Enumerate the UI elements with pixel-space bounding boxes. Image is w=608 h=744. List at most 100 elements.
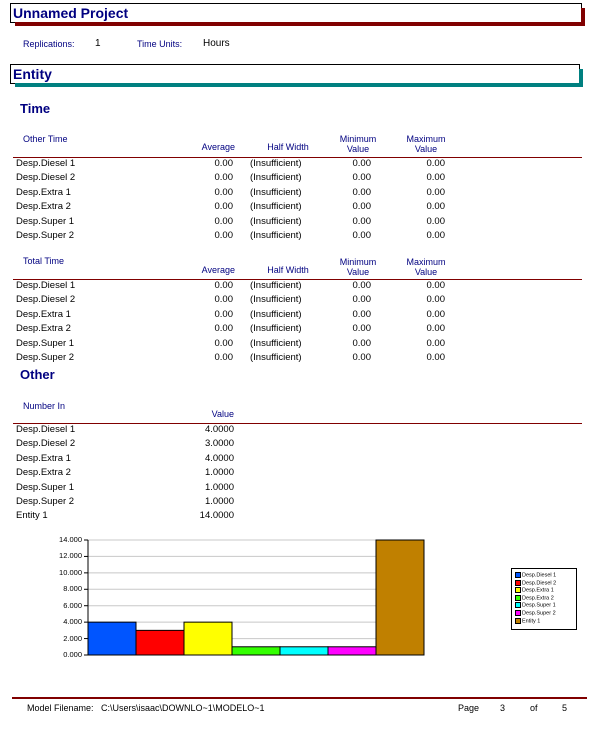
- other-section-title: Other: [20, 367, 55, 382]
- row-value: 1.0000: [204, 481, 234, 493]
- project-title: Unnamed Project: [13, 5, 129, 21]
- row-average: 0.00: [214, 352, 234, 363]
- col-average: Average: [201, 265, 235, 275]
- y-tick-label: 4.000: [63, 617, 82, 627]
- model-filename-path: C:\Users\isaac\DOWNLO~1\MODELO~1: [101, 703, 265, 713]
- col-maximum-line2: Value: [414, 267, 438, 277]
- col-minimum-line2: Value: [346, 267, 370, 277]
- row-average: 0.00: [214, 294, 234, 306]
- row-average: 0.00: [214, 186, 234, 198]
- legend-item: Desp.Extra 2: [515, 594, 554, 601]
- row-name: Desp.Super 1: [16, 215, 75, 227]
- row-name: Desp.Diesel 1: [16, 280, 76, 291]
- row-value: 1.0000: [204, 496, 234, 507]
- col-maximum: Maximum Value: [402, 134, 450, 154]
- row-maximum: 0.00: [426, 215, 446, 227]
- table-row: Desp.Super 2 1.0000: [16, 496, 476, 510]
- row-average: 0.00: [214, 172, 234, 184]
- table-row: Desp.Super 2 0.00 (Insufficient) 0.00 0.00: [16, 352, 476, 366]
- table-row: Desp.Super 2 0.00 (Insufficient) 0.00 0.00: [16, 230, 476, 244]
- legend-item: Desp.Extra 1: [515, 587, 554, 594]
- y-tick-label: 14.000: [59, 535, 82, 544]
- row-minimum: 0.00: [352, 308, 372, 320]
- footer-rule: [12, 697, 587, 699]
- bar-desp-super-2: [327, 646, 377, 656]
- table-row: Desp.Diesel 1 4.0000: [16, 424, 476, 438]
- row-half-width: (Insufficient): [250, 323, 302, 335]
- table-row: Desp.Extra 2 0.00 (Insufficient) 0.00 0.00: [16, 323, 476, 337]
- replications-label: Replications:: [23, 39, 75, 49]
- row-average: 0.00: [214, 323, 234, 335]
- time-units-label: Time Units:: [137, 39, 183, 49]
- model-filename-label: Model Filename:: [27, 703, 94, 713]
- page-label: Page: [458, 703, 480, 713]
- col-maximum: Maximum Value: [402, 257, 450, 277]
- row-maximum: 0.00: [426, 323, 446, 335]
- total-time-title: Total Time: [23, 256, 65, 266]
- row-name: Desp.Diesel 2: [16, 294, 76, 306]
- y-tick-label: 8.000: [63, 584, 82, 594]
- legend-swatch: [515, 572, 521, 578]
- legend-swatch: [515, 602, 521, 609]
- legend-item: Desp.Super 1: [515, 602, 556, 609]
- entity-title: Entity: [13, 66, 52, 82]
- row-value: 4.0000: [204, 424, 234, 435]
- number-in-title: Number In: [23, 401, 66, 411]
- row-name: Desp.Extra 2: [16, 467, 71, 479]
- row-minimum: 0.00: [352, 280, 372, 291]
- table-row: Desp.Extra 1 4.0000: [16, 453, 476, 467]
- row-minimum: 0.00: [352, 352, 372, 363]
- row-average: 0.00: [214, 280, 234, 291]
- row-minimum: 0.00: [352, 294, 372, 306]
- table-row: Desp.Super 1 1.0000: [16, 482, 476, 496]
- row-minimum: 0.00: [352, 215, 372, 227]
- legend-swatch: [515, 587, 521, 594]
- row-maximum: 0.00: [426, 158, 446, 169]
- row-half-width: (Insufficient): [250, 308, 302, 320]
- col-maximum-line2: Value: [414, 144, 438, 154]
- row-value: 14.0000: [199, 510, 234, 522]
- table-row: Desp.Diesel 1 0.00 (Insufficient) 0.00 0.00: [16, 280, 476, 294]
- row-half-width: (Insufficient): [250, 337, 302, 349]
- row-maximum: 0.00: [426, 230, 446, 241]
- other-time-title: Other Time: [23, 134, 68, 144]
- table-row: Desp.Super 1 0.00 (Insufficient) 0.00 0.00: [16, 216, 476, 230]
- legend-item: Desp.Super 2: [515, 610, 556, 616]
- row-maximum: 0.00: [426, 172, 446, 184]
- col-minimum: Minimum Value: [336, 134, 380, 154]
- row-half-width: (Insufficient): [250, 280, 302, 291]
- table-row: Desp.Extra 1 0.00 (Insufficient) 0.00 0.00: [16, 187, 476, 201]
- col-maximum-line1: Maximum: [406, 257, 446, 267]
- row-minimum: 0.00: [352, 337, 372, 349]
- y-tick-label: 6.000: [63, 600, 82, 610]
- row-minimum: 0.00: [352, 230, 372, 241]
- row-average: 0.00: [214, 201, 234, 213]
- row-name: Desp.Diesel 1: [16, 158, 76, 169]
- row-name: Desp.Super 1: [16, 337, 75, 349]
- row-half-width: (Insufficient): [250, 352, 302, 363]
- row-value: 1.0000: [204, 467, 234, 479]
- row-minimum: 0.00: [352, 186, 372, 198]
- row-name: Entity 1: [16, 510, 48, 522]
- col-minimum: Minimum Value: [336, 257, 380, 277]
- row-minimum: 0.00: [352, 172, 372, 184]
- row-name: Desp.Extra 2: [16, 201, 71, 213]
- bar-desp-extra-2: [231, 646, 281, 656]
- row-average: 0.00: [214, 337, 234, 349]
- table-row: Desp.Diesel 2 0.00 (Insufficient) 0.00 0.00: [16, 172, 476, 186]
- row-value: 4.0000: [204, 452, 234, 464]
- col-minimum-line2: Value: [346, 144, 370, 154]
- legend-item: Desp.Diesel 2: [515, 579, 556, 586]
- col-maximum-line1: Maximum: [406, 134, 446, 144]
- entity-banner: Entity: [10, 64, 583, 87]
- table-row: Desp.Diesel 2 3.0000: [16, 438, 476, 452]
- row-half-width: (Insufficient): [250, 215, 302, 227]
- row-name: Desp.Super 1: [16, 481, 75, 493]
- row-name: Desp.Diesel 1: [16, 424, 76, 435]
- row-maximum: 0.00: [426, 337, 446, 349]
- y-tick-label: 10.000: [59, 567, 82, 577]
- page-total: 5: [562, 703, 568, 713]
- col-minimum-line1: Minimum: [339, 257, 377, 267]
- row-half-width: (Insufficient): [250, 294, 302, 306]
- row-maximum: 0.00: [426, 352, 446, 363]
